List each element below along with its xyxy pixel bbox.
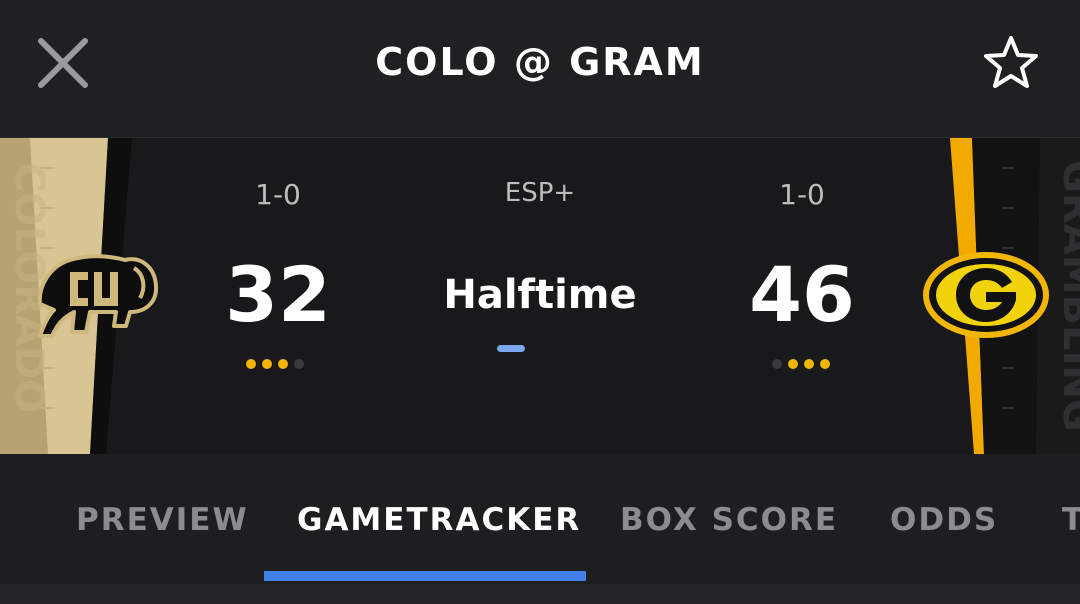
header: COLO @ GRAM (0, 0, 1080, 136)
timeout-dot (262, 359, 272, 369)
timeout-dot (772, 359, 782, 369)
tab-preview[interactable]: PREVIEW (76, 502, 249, 538)
away-timeouts (772, 359, 830, 369)
content-area-top (0, 584, 1080, 604)
away-record: 1-0 (779, 178, 825, 211)
timeout-dot (804, 359, 814, 369)
broadcast-network: ESP+ (504, 178, 576, 208)
timeout-dot (278, 359, 288, 369)
tab-box-score[interactable]: BOX SCORE (620, 502, 838, 538)
tab-bar: PREVIEW GAMETRACKER BOX SCORE ODDS T (0, 454, 1080, 584)
timeout-dot (820, 359, 830, 369)
timeout-dot (294, 359, 304, 369)
tab-odds[interactable]: ODDS (890, 502, 998, 538)
away-band-text: GRAMBLING (1054, 160, 1080, 432)
scoreboard: COLORADO GRAMBLING 1-0 32 ESP+ Halftime … (0, 137, 1080, 454)
g-logo-icon (923, 252, 1049, 338)
home-score: 32 (225, 250, 331, 339)
timeout-dot (246, 359, 256, 369)
timeout-dot (788, 359, 798, 369)
star-outline-icon (984, 36, 1038, 88)
favorite-button[interactable] (982, 34, 1040, 92)
buffalo-logo-icon (37, 254, 159, 338)
status-indicator (497, 345, 525, 352)
home-timeouts (246, 359, 304, 369)
tab-gametracker[interactable]: GAMETRACKER (297, 502, 581, 538)
active-tab-underline (264, 571, 586, 581)
home-record: 1-0 (255, 178, 301, 211)
tab-next-partial[interactable]: T (1062, 502, 1080, 538)
away-score: 46 (749, 250, 855, 339)
page-title: COLO @ GRAM (375, 40, 705, 84)
game-status: Halftime (443, 272, 637, 318)
